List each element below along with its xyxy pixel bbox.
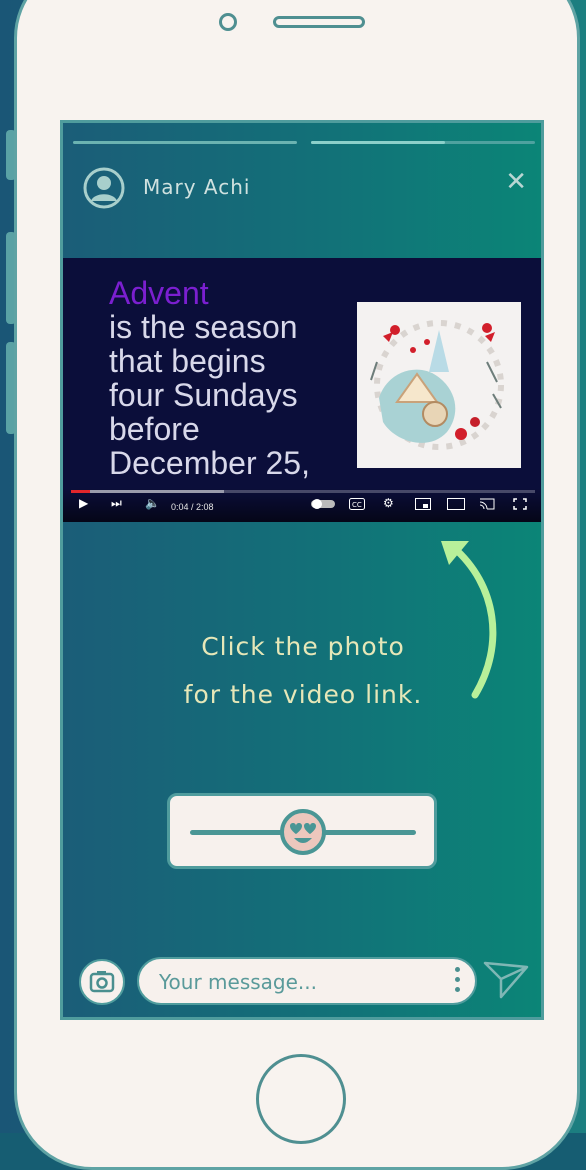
emoji-slider[interactable]	[167, 793, 437, 869]
fullscreen-icon[interactable]	[513, 498, 527, 513]
video-line: December 25,	[109, 445, 310, 481]
phone-speaker	[273, 16, 365, 28]
play-icon[interactable]: ▶	[79, 496, 88, 510]
video-thumbnail-image[interactable]	[357, 302, 521, 468]
video-played	[71, 490, 90, 493]
heart-eyes-emoji-icon[interactable]	[279, 808, 327, 856]
video-line: before	[109, 411, 200, 447]
camera-button[interactable]	[79, 959, 125, 1005]
video-player[interactable]: Advent is the season that begins four Su…	[63, 258, 541, 522]
story-progress-previous	[73, 141, 297, 144]
next-icon[interactable]: ⏭	[111, 496, 122, 511]
more-options-icon[interactable]	[455, 967, 461, 997]
video-progress-bar[interactable]	[71, 490, 535, 493]
svg-text:CC: CC	[352, 501, 362, 509]
message-placeholder: Your message...	[159, 970, 318, 994]
video-controls-gradient	[63, 488, 541, 522]
video-line: that begins	[109, 343, 266, 379]
message-input[interactable]: Your message...	[137, 957, 477, 1005]
send-icon[interactable]	[481, 957, 531, 1003]
story-screen: Mary Achi ✕ Advent is the season that be…	[60, 120, 544, 1020]
instruction-caption: Click the photo for the video link.	[63, 623, 541, 719]
video-heading: Advent	[109, 275, 209, 311]
cast-icon[interactable]	[479, 498, 495, 513]
volume-icon[interactable]: 🔈	[145, 496, 160, 510]
captions-icon[interactable]: CC	[349, 498, 365, 513]
story-progress-current	[311, 141, 535, 144]
story-progress-fill	[311, 141, 446, 144]
caption-line: Click the photo	[201, 632, 405, 661]
settings-gear-icon[interactable]: ⚙	[383, 496, 394, 510]
miniplayer-icon[interactable]	[415, 498, 431, 513]
home-button[interactable]	[256, 1054, 346, 1144]
autoplay-toggle-icon[interactable]	[311, 498, 335, 513]
camera-icon	[89, 971, 115, 993]
phone-camera	[219, 13, 237, 31]
caption-line: for the video link.	[183, 680, 423, 709]
video-time: 0:04 / 2:08	[171, 502, 214, 512]
close-icon[interactable]: ✕	[505, 167, 527, 197]
theater-mode-icon[interactable]	[447, 498, 465, 513]
video-buffered	[71, 490, 225, 493]
video-text: Advent is the season that begins four Su…	[109, 276, 310, 480]
video-line: is the season	[109, 309, 298, 345]
wreath-illustration	[357, 302, 521, 468]
avatar-icon[interactable]	[83, 167, 125, 209]
profile-name[interactable]: Mary Achi	[143, 175, 251, 199]
video-line: four Sundays	[109, 377, 298, 413]
